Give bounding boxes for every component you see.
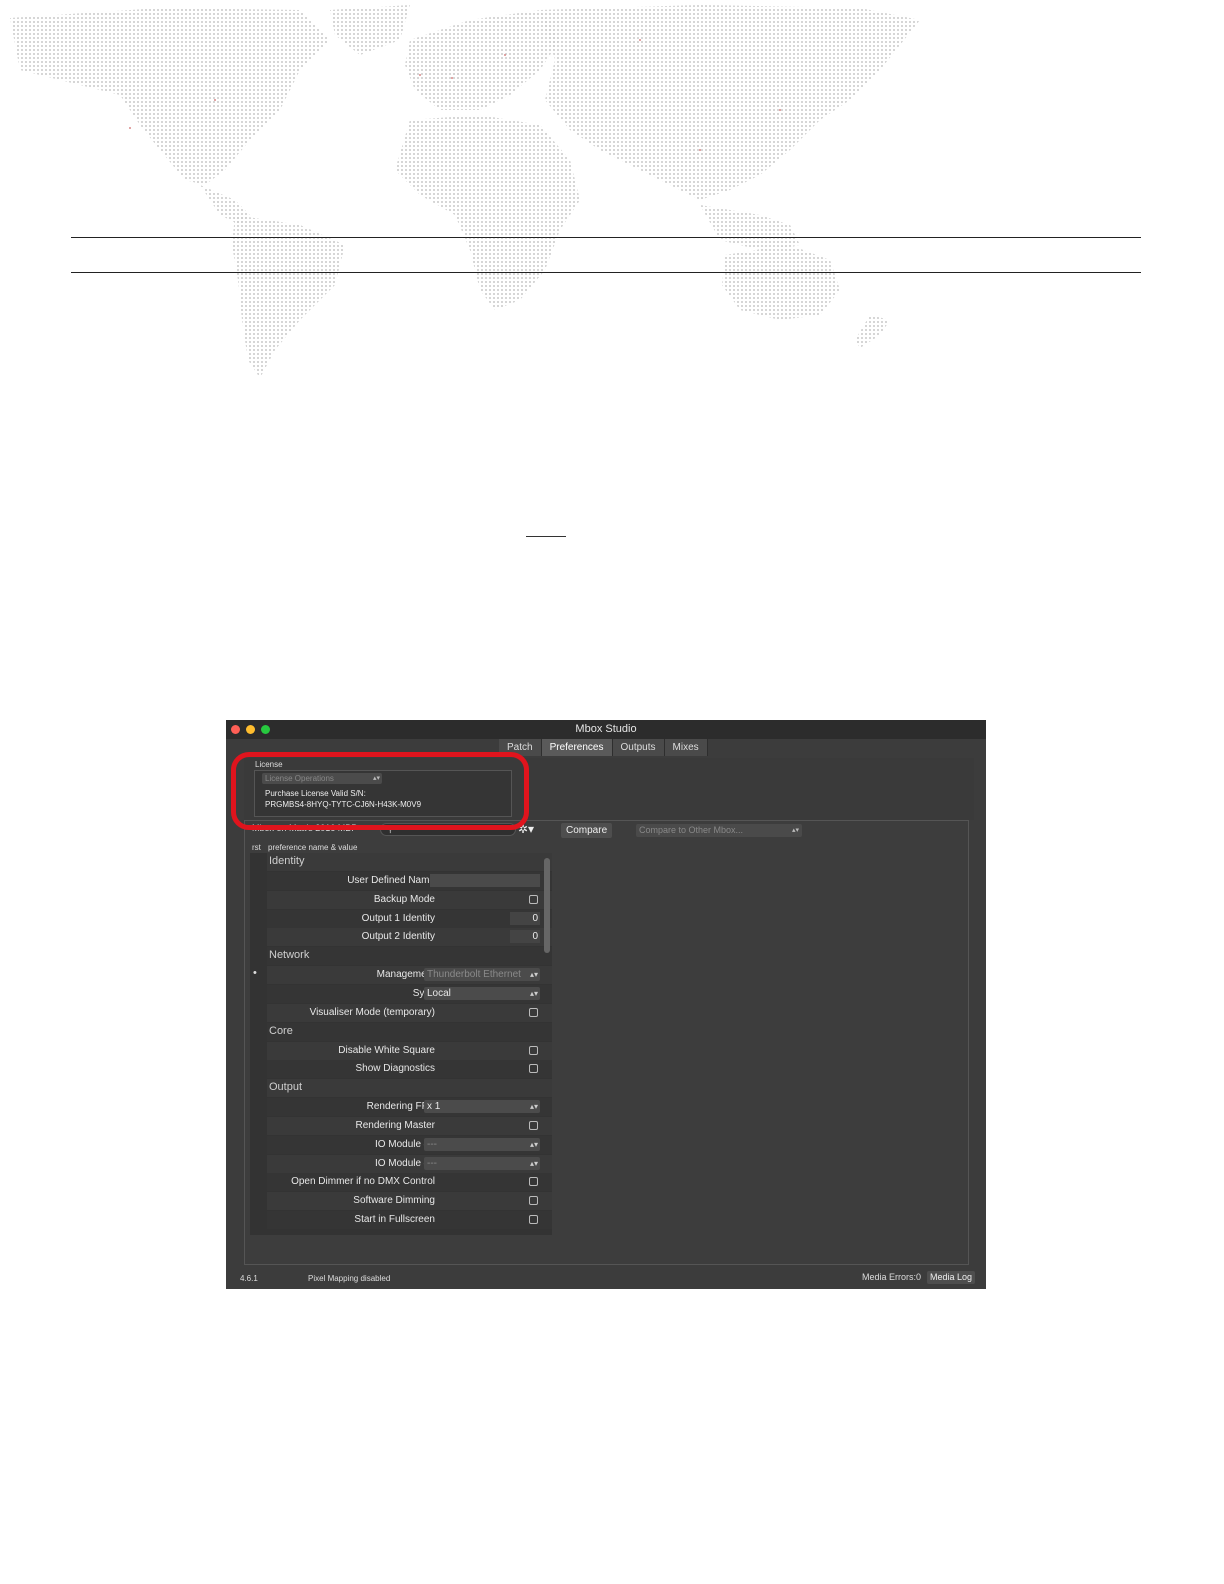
header-rule-top (71, 237, 1141, 238)
modified-indicator: • (253, 967, 257, 980)
preference-checkbox[interactable] (529, 1196, 538, 1206)
preference-number-field[interactable]: 0 (510, 930, 540, 944)
window-titlebar: Mbox Studio (226, 720, 986, 739)
preference-checkbox[interactable] (529, 894, 538, 904)
section-header: Identity (267, 853, 552, 871)
preference-popup[interactable]: Thunderbolt Ethernet ▴▾ (424, 968, 540, 982)
preference-label: Visualiser Mode (temporary) (309, 1006, 435, 1018)
preference-row: Output 2 Identity 0 (267, 928, 552, 947)
preference-label: User Defined Name (347, 874, 435, 886)
compare-mbox-value: Compare to Other Mbox... (639, 825, 744, 835)
preference-label: Backup Mode (373, 893, 435, 905)
preference-row: Output 1 Identity 0 (267, 909, 552, 928)
preference-row: Visualiser Mode (temporary) (267, 1003, 552, 1022)
preference-row: SyncLocal▴▾ (267, 984, 552, 1003)
close-window-icon[interactable] (231, 725, 240, 734)
zoom-window-icon[interactable] (261, 725, 270, 734)
mbox-studio-window: Mbox Studio Patch Preferences Outputs Mi… (226, 720, 986, 1289)
preference-popup-value: Thunderbolt Ethernet (427, 969, 521, 981)
updown-arrows-icon: ▴▾ (527, 986, 538, 1000)
preference-row: Backup Mode (267, 890, 552, 909)
section-label: Output (269, 1081, 303, 1094)
preference-text-field[interactable] (430, 873, 540, 887)
updown-arrows-icon: ▴▾ (527, 1137, 538, 1151)
media-errors-count: Media Errors:0 (862, 1272, 922, 1282)
window-title: Mbox Studio (575, 723, 637, 735)
preference-checkbox[interactable] (529, 1120, 538, 1130)
preference-label: Output 1 Identity (361, 912, 435, 924)
section-header: Output (267, 1079, 552, 1098)
short-rule (526, 536, 566, 537)
preference-checkbox[interactable] (529, 1177, 538, 1187)
preference-row: IO Module #1 --- ▴▾ (267, 1135, 552, 1154)
preference-row: IO Module #2 --- ▴▾ (267, 1154, 552, 1173)
preference-row: Rendering Master (267, 1116, 552, 1135)
preference-label: Show Diagnostics (355, 1063, 435, 1075)
updown-arrows-icon: ▴▾ (527, 1100, 538, 1114)
compare-button[interactable]: Compare (561, 823, 613, 838)
media-log-button[interactable]: Media Log (927, 1271, 976, 1284)
section-label: Network (269, 949, 310, 962)
preference-popup-value: --- (427, 1138, 437, 1150)
preference-label: Output 2 Identity (361, 931, 435, 943)
preference-row: Disable White Square (267, 1041, 552, 1060)
updown-arrows-icon: ▴▾ (527, 968, 538, 982)
preference-row: Software Dimming (267, 1192, 552, 1211)
preference-popup[interactable]: Local ▴▾ (424, 986, 540, 1000)
tab-preferences[interactable]: Preferences (541, 739, 613, 756)
section-header: Network (267, 947, 552, 966)
preference-checkbox[interactable] (529, 1045, 538, 1055)
preference-checkbox[interactable] (529, 1215, 538, 1225)
header-rule-bottom (71, 272, 1141, 273)
section-label: Core (269, 1024, 293, 1037)
column-header-name: preference name & value (268, 843, 358, 852)
preference-checkbox[interactable] (529, 1064, 538, 1074)
preference-popup[interactable]: x 1 ▴▾ (424, 1100, 540, 1114)
preference-label: Start in Fullscreen (354, 1214, 435, 1226)
world-map-background (10, 5, 920, 378)
minimize-window-icon[interactable] (246, 725, 255, 734)
preference-popup[interactable]: --- ▴▾ (424, 1156, 540, 1170)
preference-checkbox[interactable] (529, 1007, 538, 1017)
tab-outputs[interactable]: Outputs (612, 739, 665, 756)
preference-popup-value: Local (427, 987, 451, 999)
preference-row: User Defined Name (267, 871, 552, 890)
section-label: Identity (269, 855, 305, 867)
preference-label: Software Dimming (353, 1195, 435, 1207)
preference-row: Start in Fullscreen (267, 1211, 552, 1230)
preference-number-field[interactable]: 0 (510, 911, 540, 925)
preference-label: Open Dimmer if no DMX Control (291, 1176, 435, 1188)
updown-arrows-icon: ▴▾ (791, 827, 799, 834)
preference-label: Disable White Square (338, 1044, 435, 1056)
license-highlight-circle (231, 752, 529, 830)
preference-popup-value: x 1 (427, 1101, 441, 1113)
preference-row: Show Diagnostics (267, 1060, 552, 1079)
column-header-rst: rst (252, 843, 261, 852)
preference-label: Rendering Master (355, 1119, 435, 1131)
tab-mixes[interactable]: Mixes (664, 739, 708, 756)
compare-mbox-select[interactable]: Compare to Other Mbox... ▴▾ (636, 824, 802, 837)
pixel-mapping-status: Pixel Mapping disabled (308, 1274, 391, 1283)
preference-popup-value: --- (427, 1157, 437, 1169)
preference-popup[interactable]: --- ▴▾ (424, 1137, 540, 1151)
preference-row: Rendering FPS x 1 ▴▾ (267, 1098, 552, 1117)
section-header: Core (267, 1022, 552, 1041)
version-label: 4.6.1 (240, 1274, 258, 1283)
updown-arrows-icon: ▴▾ (527, 1156, 538, 1170)
preference-list: Identity User Defined Name Backup Mode Outp… (250, 853, 552, 1235)
tab-bar: Patch Preferences Outputs Mixes (499, 739, 708, 756)
list-scrollbar[interactable] (544, 858, 550, 953)
preference-row: Open Dimmer if no DMX Control (267, 1173, 552, 1192)
preference-row: Management • Thunderbolt Ethernet ▴▾ (253, 966, 552, 985)
